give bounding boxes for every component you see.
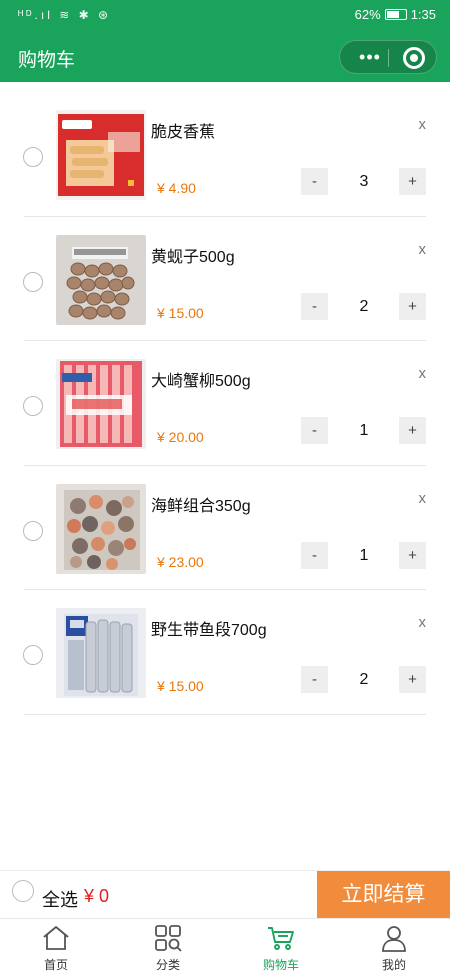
decrease-quantity-button[interactable]: - [301,168,328,195]
tab-label: 分类 [155,958,180,972]
quantity-value[interactable]: 2 [341,666,387,693]
checkout-bar: 全选 ¥ 0 立即结算 [0,870,450,919]
increase-quantity-button[interactable]: + [399,666,426,693]
hairtail-fish-bag-icon [56,608,146,698]
tab-label: 我的 [381,958,406,972]
tab-category[interactable]: 分类 [112,919,224,976]
quantity-value[interactable]: 3 [341,168,387,195]
item-select-radio[interactable] [23,645,43,665]
product-price: ¥ 15.00 [157,304,204,321]
product-image-clams[interactable] [56,234,146,325]
user-icon [379,923,409,953]
product-name[interactable]: 脆皮香蕉 [151,118,215,142]
quantity-stepper: - 3 + [301,168,426,196]
cart-item: 野生带鱼段700g ¥ 15.00 x - 2 + [23,590,427,715]
decrease-quantity-button[interactable]: - [301,541,328,569]
increase-quantity-button[interactable]: + [399,417,426,444]
quantity-stepper: - 2 + [301,666,426,694]
cart-icon [266,923,296,953]
delete-item-button[interactable]: x [419,116,427,133]
delete-item-button[interactable]: x [419,365,427,382]
tab-label: 购物车 [262,958,299,972]
checkout-button[interactable]: 立即结算 [317,871,450,919]
signal-icons: ᴴᴰ.ıl ≋ ✱ ⊛ [18,8,112,22]
quantity-value[interactable]: 1 [341,417,387,444]
delete-item-button[interactable]: x [419,241,427,258]
delete-item-button[interactable]: x [419,490,427,507]
capsule-divider [388,49,389,67]
product-price: ¥ 23.00 [157,553,204,570]
cart-item: 大崎蟹柳500g ¥ 20.00 x - 1 + [23,341,427,466]
increase-quantity-button[interactable]: + [399,541,426,569]
item-select-radio[interactable] [23,147,43,167]
product-price: ¥ 4.90 [157,180,196,196]
nav-header: 购物车 ••• [0,32,450,82]
battery-icon [384,9,407,20]
quantity-value[interactable]: 1 [341,541,387,569]
more-menu-button[interactable]: ••• [352,45,388,69]
close-miniprogram-icon[interactable] [403,47,425,69]
clams-bag-icon [56,234,146,325]
seafood-mix-bag-icon [56,483,146,574]
battery-percent: 62% [354,7,381,22]
quantity-stepper: - 1 + [301,541,426,570]
cart-item: 黄蚬子500g ¥ 15.00 x - 2 + [23,217,427,341]
item-select-radio[interactable] [23,520,43,541]
product-image-crab-stick[interactable] [56,359,146,449]
increase-quantity-button[interactable]: + [399,292,426,320]
banana-snack-package-icon [56,110,146,200]
cart-item: 海鲜组合350g ¥ 23.00 x - 1 + [23,466,427,590]
crab-stick-package-icon [56,359,146,449]
quantity-stepper: - 1 + [301,417,426,445]
decrease-quantity-button[interactable]: - [301,417,328,444]
miniprogram-capsule: ••• [339,40,437,74]
select-all-label[interactable]: 全选 [42,886,78,912]
tab-mine[interactable]: 我的 [338,919,450,976]
quantity-value[interactable]: 2 [341,292,387,320]
status-right: 62% 1:35 [355,7,436,22]
product-image-seafood-mix[interactable] [56,483,146,574]
cart-item: 脆皮香蕉 ¥ 4.90 x - 3 + [23,92,427,217]
product-image-banana-snack[interactable] [56,110,146,200]
status-bar: ᴴᴰ.ıl ≋ ✱ ⊛ 62% 1:35 [0,0,450,32]
bottom-tab-bar: 首页 分类 购物车 我的 [0,918,450,976]
product-name[interactable]: 野生带鱼段700g [151,616,267,640]
product-name[interactable]: 黄蚬子500g [151,243,235,267]
increase-quantity-button[interactable]: + [399,168,426,195]
cart-list: 脆皮香蕉 ¥ 4.90 x - 3 + 黄蚬子500g ¥ 15.00 x - … [0,92,450,715]
decrease-quantity-button[interactable]: - [301,666,328,693]
item-select-radio[interactable] [23,396,43,416]
tab-home[interactable]: 首页 [0,919,112,976]
home-icon [41,923,71,953]
item-select-radio[interactable] [23,271,43,292]
product-name[interactable]: 大崎蟹柳500g [151,367,251,391]
total-price: ¥ 0 [84,886,110,906]
tab-label: 首页 [43,958,68,972]
product-price: ¥ 20.00 [157,429,204,445]
product-name[interactable]: 海鲜组合350g [151,492,251,516]
delete-item-button[interactable]: x [419,614,427,631]
page-title: 购物车 [18,50,76,71]
select-all-radio[interactable] [12,880,34,902]
product-price: ¥ 15.00 [157,678,204,694]
tab-cart[interactable]: 购物车 [225,919,337,976]
clock: 1:35 [410,7,436,22]
product-image-hairtail[interactable] [56,608,146,698]
category-icon [153,923,183,953]
quantity-stepper: - 2 + [301,292,426,321]
decrease-quantity-button[interactable]: - [301,292,328,320]
